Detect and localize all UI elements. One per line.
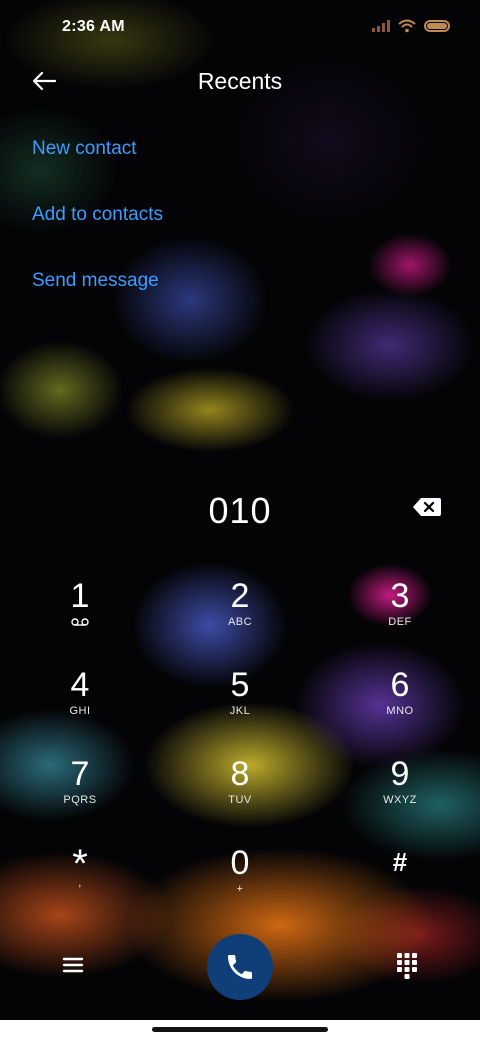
key-letters: JKL [229,705,251,717]
key-letters: MNO [386,705,414,717]
status-bar: 2:36 AM [0,0,480,56]
key-5[interactable]: 5 JKL [180,667,300,747]
key-4[interactable]: 4 GHI [20,667,140,747]
backspace-icon[interactable] [412,496,442,518]
signal-icon [372,20,390,32]
key-digit: 2 [230,577,250,615]
key-digit: 8 [230,755,250,793]
key-digit: 1 [70,577,90,615]
key-letters: DEF [388,616,412,628]
key-letters: WXYZ [383,794,417,806]
add-to-contacts-link[interactable]: Add to contacts [32,204,163,226]
key-9[interactable]: 9 WXYZ [340,756,460,836]
key-digit: # [392,847,408,877]
phone-icon [228,955,252,979]
key-digit: 0 [230,844,250,882]
new-contact-link[interactable]: New contact [32,138,137,160]
key-letters: PQRS [63,794,97,806]
key-letters: TUV [228,794,252,806]
battery-icon [424,20,450,32]
header: Recents [0,56,480,106]
key-2[interactable]: 2 ABC [180,578,300,658]
key-8[interactable]: 8 TUV [180,756,300,836]
home-indicator[interactable] [152,1027,328,1032]
menu-icon[interactable] [58,952,88,978]
key-letters: + [236,883,244,895]
key-letters: GHI [69,705,91,717]
key-7[interactable]: 7 PQRS [20,756,140,836]
key-3[interactable]: 3 DEF [340,578,460,658]
key-digit: 9 [390,755,410,793]
dialpad-icon[interactable] [394,950,420,980]
key-hash[interactable]: # [340,845,460,925]
key-digit: 6 [390,666,410,704]
call-button[interactable] [207,934,273,1000]
key-star[interactable]: * , [20,844,140,925]
key-digit: 3 [390,577,410,615]
voicemail-icon [71,618,89,626]
key-1[interactable]: 1 [20,578,140,658]
send-message-link[interactable]: Send message [32,270,159,292]
key-letters: ABC [227,616,253,628]
status-time: 2:36 AM [62,18,125,35]
dialed-number: 010 [208,490,272,531]
page-title: Recents [197,68,283,94]
key-letters: , [78,877,82,889]
key-0[interactable]: 0 + [180,845,300,925]
key-6[interactable]: 6 MNO [340,667,460,747]
key-digit: 5 [230,666,250,704]
key-digit: 4 [70,666,90,704]
wifi-icon [398,19,416,33]
key-digit: 7 [70,755,90,793]
status-icons [372,19,450,33]
